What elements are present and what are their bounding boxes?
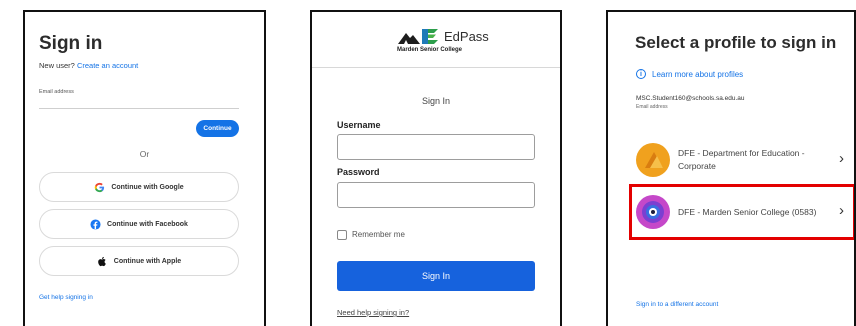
page-title: Select a profile to sign in [635,33,837,52]
orange-triangle-avatar-icon [636,143,670,177]
edpass-signin-panel: EdPass Marden Senior College Sign In Use… [310,10,562,326]
facebook-icon [90,218,101,230]
continue-with-google-button[interactable]: Continue with Google [39,172,239,202]
profile-select-panel: Select a profile to sign in i Learn more… [606,10,856,326]
page-title: Sign in [39,33,103,54]
profile-item-corporate[interactable]: DFE - Department for Education - Corpora… [636,136,850,184]
facebook-button-label: Continue with Facebook [107,220,188,228]
mountain-logo-icon [398,29,438,44]
profile-label: DFE - Department for Education - Corpora… [678,148,805,171]
adobe-signin-panel: Sign in New user? Create an account Emai… [23,10,266,326]
selection-highlight-box [629,184,854,240]
remember-me-checkbox[interactable] [337,230,347,240]
new-user-line: New user? Create an account [39,61,138,70]
apple-icon [97,256,108,267]
apple-button-label: Continue with Apple [113,257,182,265]
username-label: Username [337,120,381,130]
new-user-text: New user? [39,61,75,70]
signin-heading: Sign In [421,96,451,106]
different-account-link[interactable]: Sign in to a different account [636,301,718,308]
school-name: Marden Senior College [397,47,463,53]
account-email: MSC.Student160@schools.sa.edu.au [636,95,745,102]
password-label: Password [337,167,380,177]
get-help-link[interactable]: Get help signing in [39,294,93,301]
edpass-logo [312,26,560,60]
account-email-caption: Email address [636,104,668,110]
continue-button[interactable]: Continue [196,120,239,137]
continue-with-apple-button[interactable]: Continue with Apple [39,246,239,276]
password-field[interactable] [337,182,535,208]
edpass-logo-text: EdPass [444,29,489,44]
continue-with-facebook-button[interactable]: Continue with Facebook [39,209,239,239]
chevron-right-icon: › [839,150,844,167]
learn-more-label: Learn more about profiles [652,69,744,79]
remember-me-label: Remember me [352,230,405,239]
google-button-label: Continue with Google [111,183,184,191]
email-field-label: Email address [39,89,74,95]
learn-more-link[interactable]: i Learn more about profiles [636,69,743,79]
email-field[interactable] [39,108,239,109]
header-divider [312,67,560,68]
username-field[interactable] [337,134,535,160]
or-divider: Or [139,149,150,159]
signin-button[interactable]: Sign In [337,261,535,291]
info-icon: i [636,69,646,79]
need-help-link[interactable]: Need help signing in? [337,308,409,317]
google-icon [94,182,105,193]
create-account-link[interactable]: Create an account [77,61,138,70]
